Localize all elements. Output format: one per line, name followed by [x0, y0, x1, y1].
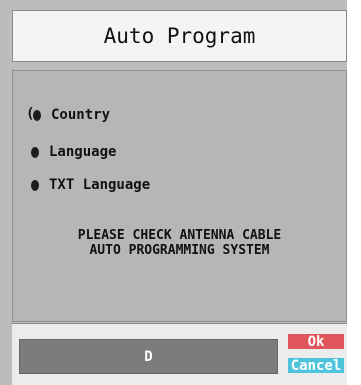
cancel-button-label: Cancel	[290, 357, 342, 374]
ok-button[interactable]: Ok	[288, 333, 344, 350]
cancel-button[interactable]: Cancel	[288, 357, 344, 374]
dialog-title-bar: Auto Program	[12, 10, 347, 62]
option-label: TXT Language	[49, 177, 151, 193]
channel-field[interactable]: D	[19, 339, 278, 374]
auto-program-dialog: Auto Program ( Country Language TXT Lang…	[0, 0, 347, 385]
message-line-2: AUTO PROGRAMMING SYSTEM	[89, 243, 270, 258]
option-label: Language	[49, 144, 117, 160]
option-country[interactable]: ( Country	[26, 105, 111, 125]
option-label: Country	[51, 107, 111, 123]
channel-field-value: D	[144, 348, 153, 365]
option-txt-language[interactable]: TXT Language	[31, 175, 150, 195]
message-line-1: PLEASE CHECK ANTENNA CABLE	[77, 228, 282, 243]
option-language[interactable]: Language	[31, 142, 116, 162]
dot-icon	[31, 146, 39, 158]
selection-marker-icon: (	[26, 106, 35, 122]
dot-icon	[31, 179, 39, 191]
status-message: PLEASE CHECK ANTENNA CABLE AUTO PROGRAMM…	[13, 228, 346, 258]
ok-button-label: Ok	[307, 333, 325, 350]
options-panel: ( Country Language TXT Language PLEASE C…	[12, 70, 347, 322]
dialog-title: Auto Program	[103, 24, 256, 48]
bottom-bar: D Ok Cancel	[12, 323, 347, 385]
